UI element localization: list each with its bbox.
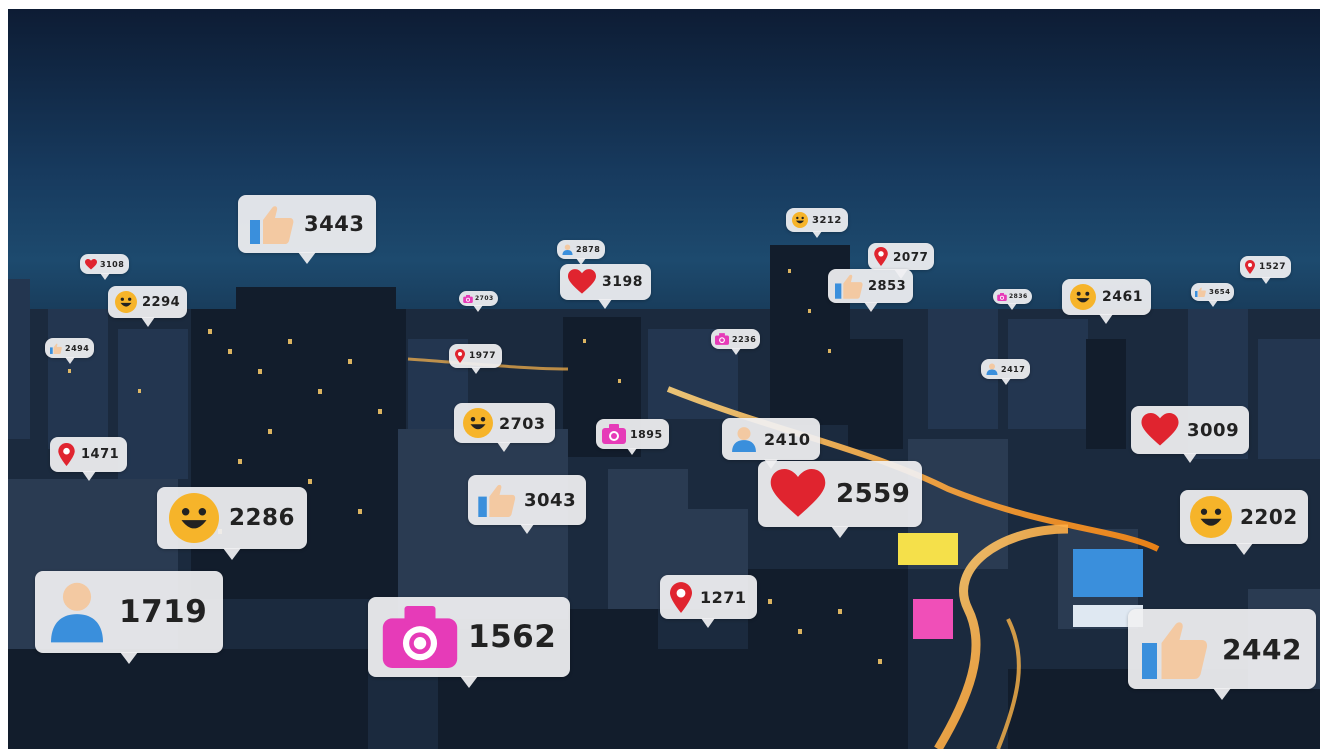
reaction-count: 3043	[524, 489, 577, 511]
reaction-bubble: 1271	[660, 575, 757, 628]
reaction-bubble: 3198	[560, 264, 651, 309]
smiley-face-icon	[169, 493, 219, 543]
reaction-bubble: 2202	[1180, 490, 1308, 555]
reaction-count: 1271	[700, 587, 747, 607]
reaction-bubble: 2236	[711, 329, 761, 355]
reaction-bubble: 2703	[459, 291, 498, 312]
reaction-count: 3212	[812, 214, 842, 226]
reaction-bubble: 2077	[868, 243, 935, 279]
reaction-bubble: 3654	[1191, 283, 1235, 307]
camera-icon	[463, 294, 473, 303]
city-night-photo: 3108 2294 3443 2494 2703 2878 3198 3212 …	[8, 9, 1320, 749]
reaction-count: 1527	[1259, 262, 1287, 272]
reaction-count: 1562	[468, 619, 557, 655]
reaction-bubble: 2286	[157, 487, 308, 560]
reaction-count: 3108	[100, 259, 125, 269]
reaction-count: 2286	[229, 505, 296, 531]
reaction-bubble: 2410	[722, 418, 820, 469]
reaction-bubble: 3212	[786, 208, 848, 238]
reaction-bubble: 2461	[1062, 279, 1151, 324]
reaction-count: 1977	[469, 351, 497, 361]
reaction-bubble: 2559	[758, 461, 923, 538]
thumbs-up-icon	[1195, 287, 1206, 297]
camera-icon	[997, 292, 1007, 301]
reaction-bubble: 2294	[108, 286, 188, 327]
location-pin-icon	[58, 443, 75, 466]
reaction-count: 2202	[1240, 505, 1298, 529]
reaction-count: 3654	[1209, 288, 1231, 296]
reaction-count: 1471	[81, 447, 120, 462]
reaction-bubble: 3043	[468, 475, 587, 534]
reaction-count: 2559	[836, 479, 911, 509]
thumbs-up-icon	[478, 483, 516, 517]
reaction-bubble: 2494	[45, 338, 95, 364]
reaction-count: 2417	[1001, 364, 1026, 374]
reaction-count: 2836	[1009, 293, 1028, 300]
reaction-count: 2853	[868, 278, 907, 294]
heart-icon	[568, 269, 596, 295]
reaction-bubble: 2836	[993, 289, 1032, 310]
camera-icon	[602, 424, 626, 444]
camera-icon	[715, 333, 729, 345]
heart-icon	[770, 469, 826, 519]
reaction-count: 2461	[1102, 289, 1143, 305]
reaction-count: 1895	[630, 427, 663, 441]
reaction-bubble: 2703	[454, 403, 555, 452]
reaction-bubble: 1977	[449, 344, 503, 374]
reaction-count: 2077	[893, 249, 929, 264]
reaction-bubble: 3108	[80, 254, 130, 280]
user-icon	[51, 580, 103, 644]
reaction-count: 2703	[475, 295, 494, 302]
smiley-face-icon	[1070, 284, 1096, 310]
reaction-bubble: 2442	[1128, 609, 1316, 700]
reaction-count: 3198	[602, 274, 643, 290]
reaction-count: 2494	[65, 343, 90, 353]
reaction-bubble: 1471	[50, 437, 128, 481]
thumbs-up-icon	[250, 204, 294, 244]
smiley-face-icon	[115, 291, 137, 313]
reaction-count: 2442	[1222, 632, 1302, 666]
location-pin-icon	[874, 247, 888, 266]
reaction-count: 3443	[304, 212, 365, 236]
thumbs-up-icon	[835, 273, 863, 299]
reaction-count: 2294	[142, 294, 181, 310]
location-pin-icon	[670, 581, 692, 613]
user-icon	[986, 363, 998, 375]
reaction-bubble: 3443	[238, 195, 377, 264]
reaction-bubble: 1719	[35, 571, 224, 664]
smiley-face-icon	[463, 408, 493, 438]
camera-icon	[382, 606, 458, 668]
reaction-count: 3009	[1187, 419, 1240, 441]
reaction-bubble: 1562	[368, 597, 571, 688]
reaction-bubble: 2878	[557, 240, 606, 265]
smiley-face-icon	[1190, 496, 1232, 538]
user-icon	[562, 244, 573, 255]
reaction-bubble: 3009	[1131, 406, 1250, 463]
location-pin-icon	[1245, 260, 1255, 274]
reaction-bubble: 1895	[596, 419, 669, 455]
reaction-bubble: 2417	[981, 359, 1031, 385]
reaction-count: 2878	[576, 245, 601, 254]
reaction-count: 2236	[732, 334, 757, 344]
thumbs-up-icon	[1142, 619, 1208, 679]
reaction-count: 1719	[119, 594, 208, 630]
reaction-bubble: 1527	[1240, 256, 1292, 284]
user-icon	[731, 425, 757, 453]
heart-icon	[1141, 413, 1179, 447]
reaction-count: 2410	[764, 429, 811, 449]
heart-icon	[85, 258, 97, 270]
location-pin-icon	[455, 349, 465, 363]
reaction-count: 2703	[499, 413, 546, 433]
smiley-face-icon	[792, 212, 808, 228]
thumbs-up-icon	[50, 343, 62, 354]
reaction-bubble: 2853	[828, 269, 914, 312]
